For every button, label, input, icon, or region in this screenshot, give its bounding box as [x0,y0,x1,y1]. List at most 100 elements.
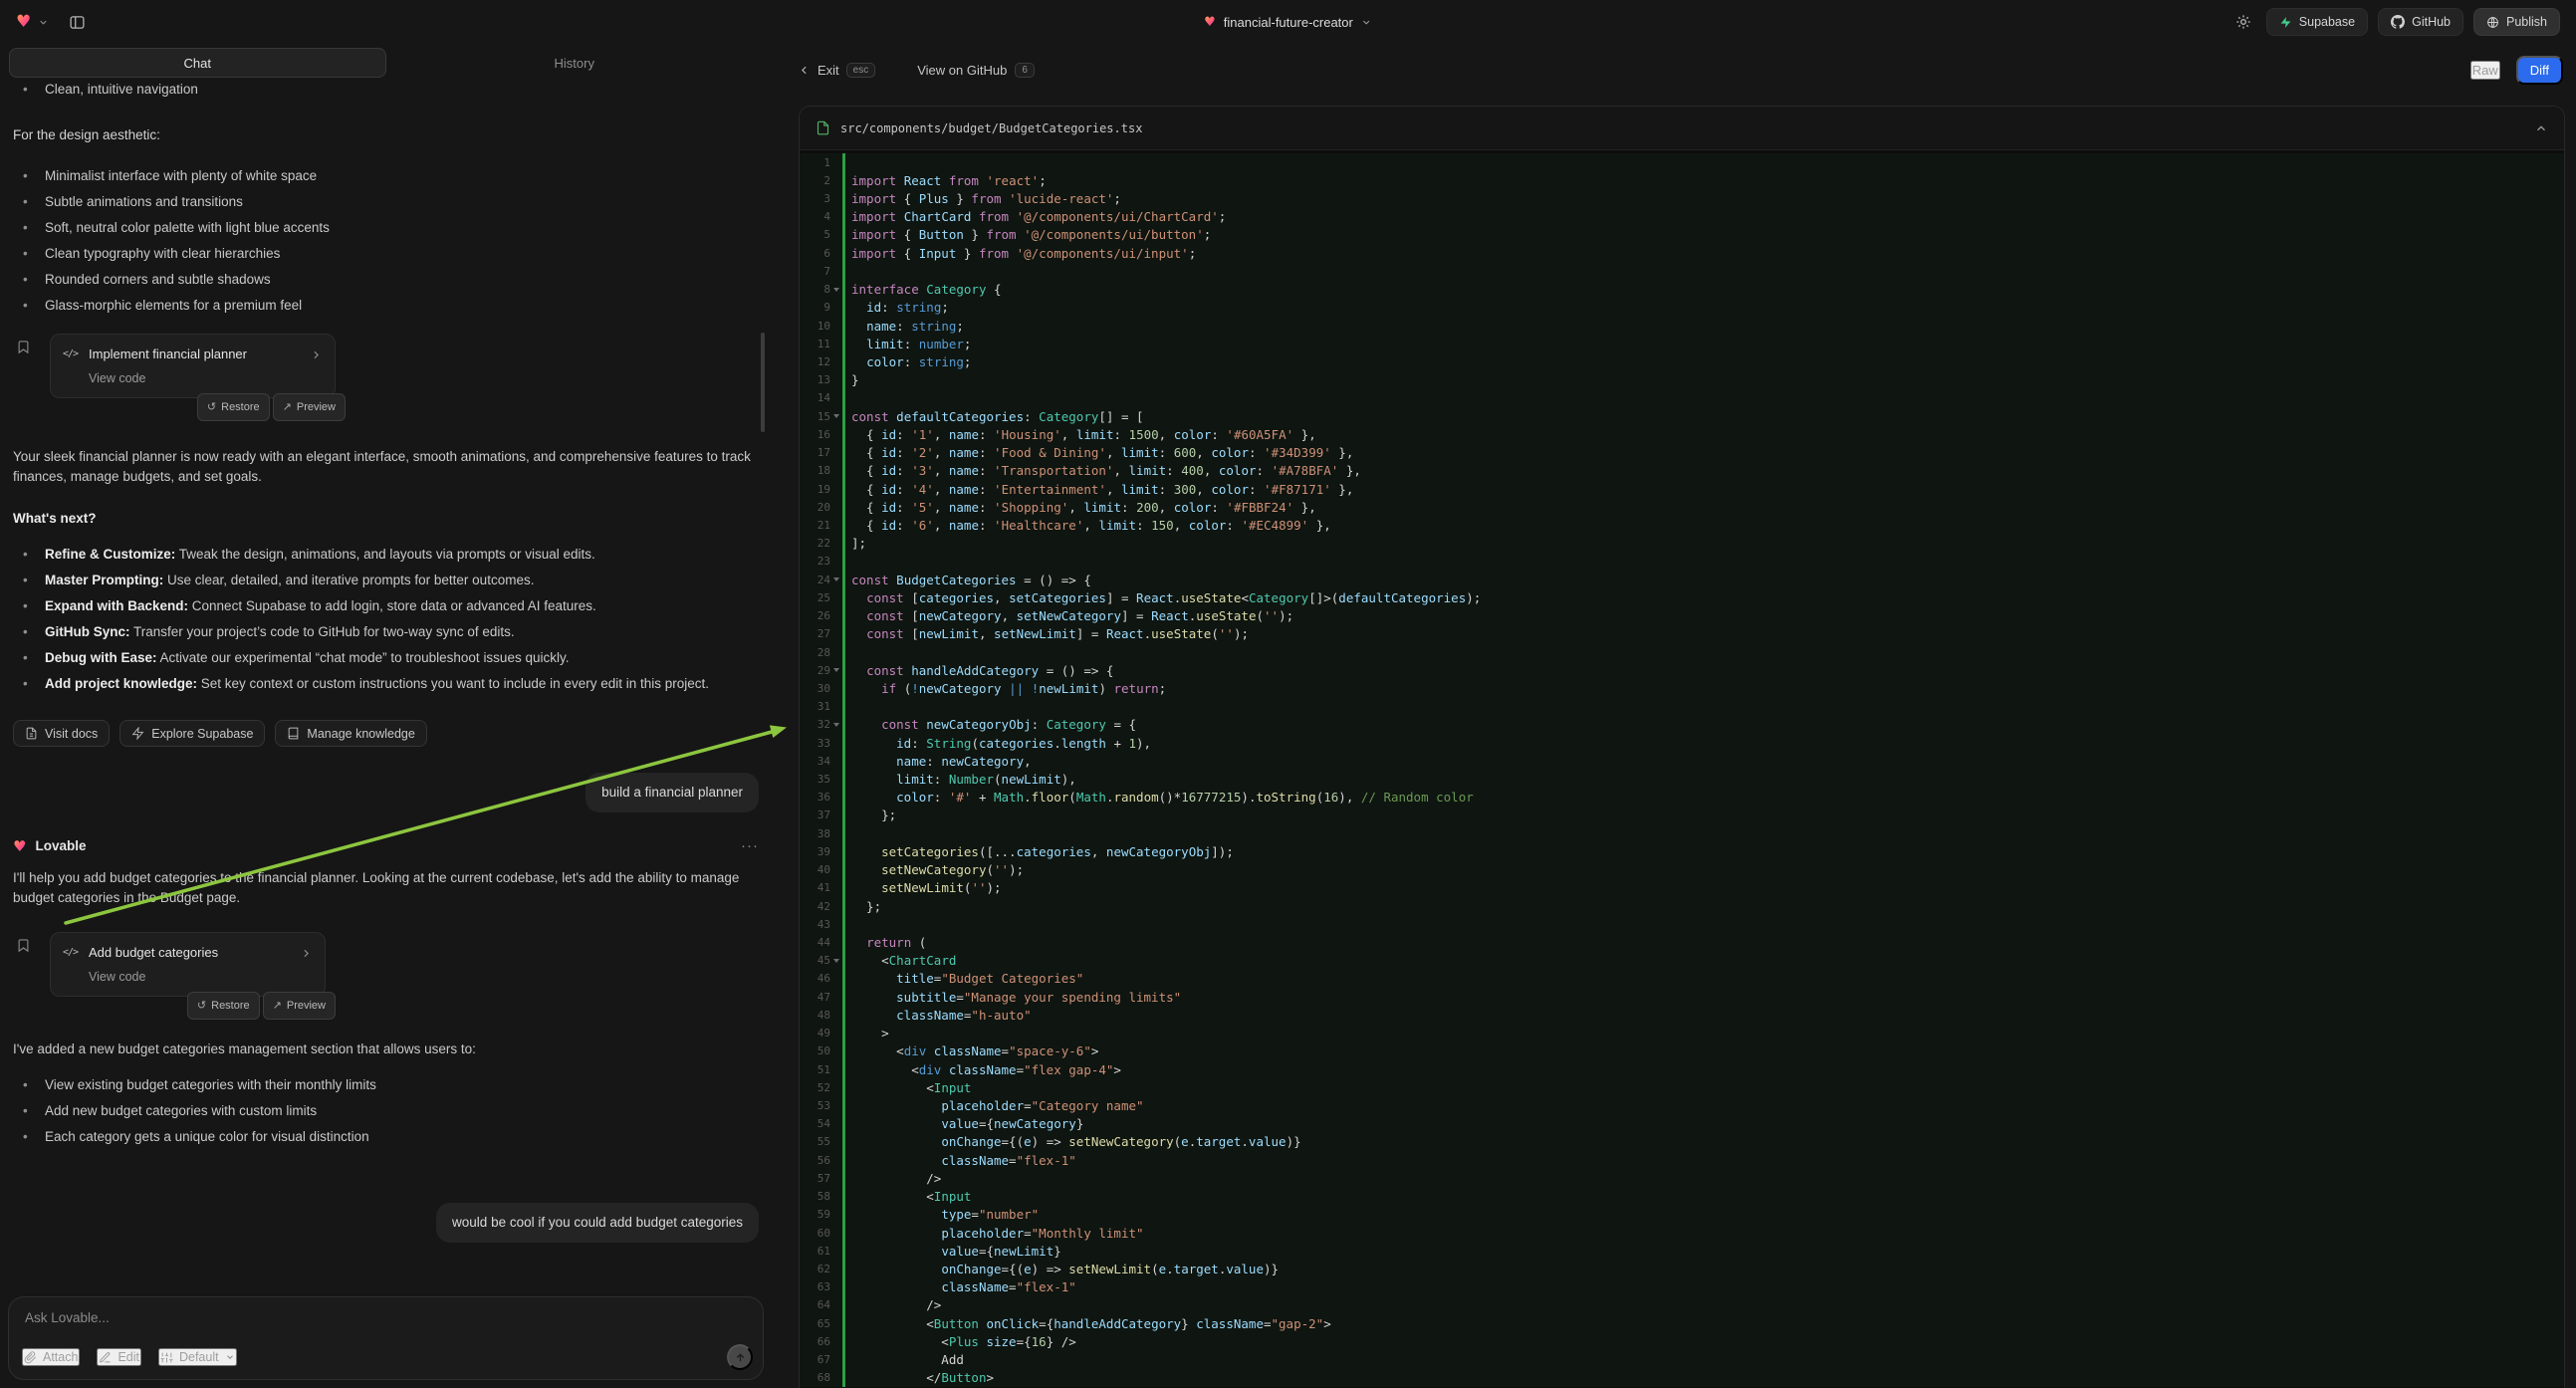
list-item: Refine & Customize: Tweak the design, an… [13,545,759,565]
code-line: 54 value={newCategory} [800,1115,2564,1133]
list-item: Clean typography with clear hierarchies [13,244,759,264]
view-on-github-label: View on GitHub [917,63,1007,78]
project-switcher[interactable]: ♥ financial-future-creator [1204,0,1372,44]
raw-toggle-button[interactable]: Raw [2470,61,2500,80]
code-line: 55 onChange={(e) => setNewCategory(e.tar… [800,1133,2564,1151]
github-button[interactable]: GitHub [2378,8,2463,36]
code-line: 22]; [800,535,2564,553]
code-line: 45 <ChartCard [800,952,2564,970]
publish-button[interactable]: Publish [2473,8,2560,36]
exit-button[interactable]: Exit esc [798,63,875,78]
tab-history[interactable]: History [386,48,764,78]
external-link-icon: ↗ [273,996,282,1016]
edit-mode-button[interactable]: Edit [97,1348,141,1366]
code-line: 20 { id: '5', name: 'Shopping', limit: 2… [800,498,2564,516]
settings-gear-button[interactable] [2230,9,2256,35]
code-line: 41 setNewLimit(''); [800,879,2564,897]
code-line: 10 name: string; [800,317,2564,335]
assistant-name: Lovable [35,836,86,856]
send-button[interactable] [727,1344,753,1370]
prompt-input[interactable]: Ask Lovable... [25,1310,747,1325]
list-item: Add new budget categories with custom li… [13,1101,759,1121]
list-item: Subtle animations and transitions [13,192,759,212]
view-on-github-button[interactable]: View on GitHub 6 [917,63,1035,78]
code-line: 6import { Input } from '@/components/ui/… [800,244,2564,262]
code-editor[interactable]: 12import React from 'react';3import { Pl… [800,150,2564,1388]
chevron-left-icon [798,64,811,77]
message-options-button[interactable]: ··· [741,836,759,856]
list-item: View existing budget categories with the… [13,1075,759,1095]
chevron-up-icon [2534,121,2548,135]
design-aesthetic-list: Minimalist interface with plenty of whit… [13,166,759,316]
code-line: 30 if (!newCategory || !newLimit) return… [800,679,2564,697]
code-line: 3import { Plus } from 'lucide-react'; [800,189,2564,207]
explore-supabase-button[interactable]: Explore Supabase [119,720,265,747]
code-line: 2import React from 'react'; [800,171,2564,189]
restore-button[interactable]: ↺Restore [187,992,260,1020]
code-icon: </> [63,345,81,364]
manage-knowledge-button[interactable]: Manage knowledge [275,720,426,747]
prompt-composer[interactable]: Ask Lovable... Attach Edit Default [8,1296,764,1380]
toggle-sidebar-button[interactable] [64,9,90,35]
bookmark-icon[interactable] [16,340,31,354]
edit-card[interactable]: </> Add budget categories View code [50,932,326,997]
esc-shortcut-badge: esc [846,63,876,78]
restore-button[interactable]: ↺Restore [197,393,270,421]
collapse-file-button[interactable] [2534,121,2548,135]
tab-chat[interactable]: Chat [9,48,386,78]
assistant-message-header: ♥ Lovable ··· [13,836,759,856]
project-name: financial-future-creator [1224,15,1353,30]
code-line: 23 [800,553,2564,571]
visit-docs-button[interactable]: Visit docs [13,720,110,747]
list-item: Minimalist interface with plenty of whit… [13,166,759,186]
github-octocat-icon [2391,15,2405,29]
list-item: GitHub Sync: Transfer your project’s cod… [13,622,759,642]
code-line: 67 Add [800,1350,2564,1368]
user-message-bubble: would be cool if you could add budget ca… [436,1203,759,1243]
chat-scroll-area[interactable]: Clean, intuitive navigation For the desi… [0,78,772,1286]
diff-file-card: src/components/budget/BudgetCategories.t… [799,106,2565,1388]
chat-scrollbar-thumb[interactable] [761,333,765,432]
workspace-menu-chevron-down-icon[interactable] [38,17,49,28]
attach-button[interactable]: Attach [22,1348,80,1366]
view-code-label[interactable]: View code [89,368,323,388]
bookmark-icon[interactable] [16,938,31,953]
code-line: 64 /> [800,1296,2564,1314]
preview-button[interactable]: ↗Preview [273,393,346,421]
code-line: 17 { id: '2', name: 'Food & Dining', lim… [800,444,2564,462]
list-item: Glass-morphic elements for a premium fee… [13,296,759,316]
model-selector-button[interactable]: Default [158,1348,237,1366]
code-line: 43 [800,915,2564,933]
lovable-heart-avatar: ♥ [13,836,26,856]
supabase-label: Supabase [2299,15,2355,29]
code-line: 49 > [800,1025,2564,1042]
code-line: 62 onChange={(e) => setNewLimit(e.target… [800,1260,2564,1277]
edit-card[interactable]: </> Implement financial planner View cod… [50,334,336,398]
code-line: 51 <div className="flex gap-4"> [800,1060,2564,1078]
code-line: 28 [800,643,2564,661]
arrow-up-icon [734,1351,747,1364]
assistant-message-text: I've added a new budget categories manag… [13,1040,759,1059]
code-line: 27 const [newLimit, setNewLimit] = React… [800,625,2564,643]
code-line: 39 setCategories([...categories, newCate… [800,842,2564,860]
lovable-logo-heart-icon[interactable]: ♥ [16,12,31,32]
publish-globe-icon [2486,16,2499,29]
code-line: 13} [800,371,2564,389]
code-line: 5import { Button } from '@/components/ui… [800,226,2564,244]
added-features-list: View existing budget categories with the… [13,1075,759,1147]
sliders-icon [160,1351,173,1364]
quick-action-row: Visit docs Explore Supabase Manage knowl… [13,720,759,747]
project-heart-icon: ♥ [1204,15,1216,30]
github-label: GitHub [2412,15,2451,29]
preview-button[interactable]: ↗Preview [263,992,336,1020]
code-line: 46 title="Budget Categories" [800,970,2564,988]
edit-card-title: Add budget categories [89,943,292,963]
view-code-label[interactable]: View code [89,967,313,987]
supabase-button[interactable]: Supabase [2266,8,2368,36]
code-line: 8interface Category { [800,281,2564,299]
code-line: 57 /> [800,1169,2564,1187]
diff-toggle-button[interactable]: Diff [2516,56,2563,85]
code-line: 66 <Plus size={16} /> [800,1332,2564,1350]
external-link-icon: ↗ [283,397,292,417]
code-line: 11 limit: number; [800,335,2564,352]
